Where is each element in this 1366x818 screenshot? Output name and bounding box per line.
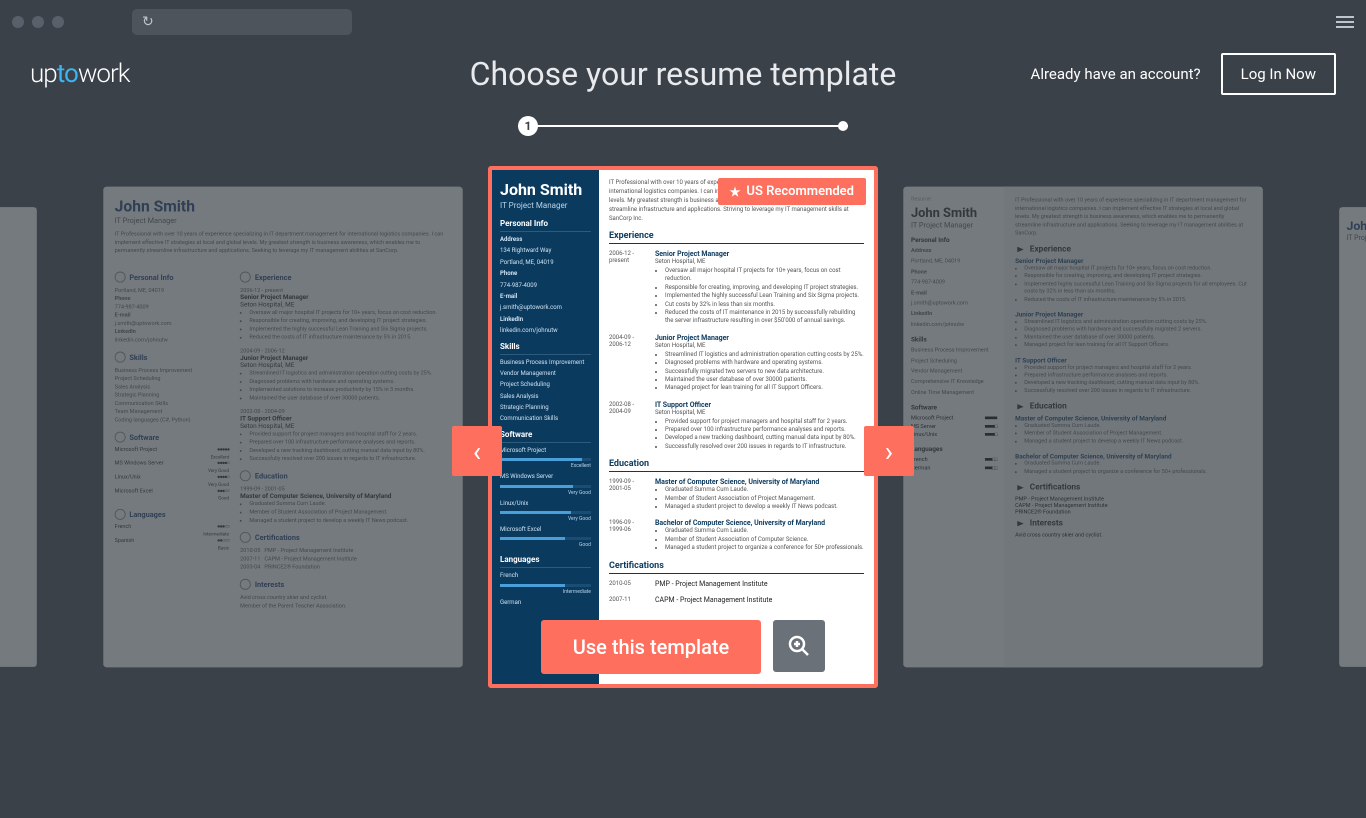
carousel-next-button[interactable]: ›: [864, 426, 914, 476]
template-card-prev-peek[interactable]: John Smith IT Project Manager: [0, 207, 37, 666]
maximize-window-icon[interactable]: [52, 16, 64, 28]
magnify-plus-icon: [787, 634, 811, 658]
template-card-next-peek[interactable]: John Smith IT Project Manager: [1339, 207, 1366, 666]
template-card-cascade[interactable]: ★ US Recommended John Smith IT Project M…: [488, 166, 878, 688]
template-card-modern[interactable]: Resume John Smith IT Project Manager Per…: [904, 187, 1263, 667]
zoom-button[interactable]: [773, 620, 825, 672]
use-template-button[interactable]: Use this template: [541, 620, 761, 674]
us-recommended-badge: ★ US Recommended: [718, 178, 866, 205]
app-header: uptowork Choose your resume template Alr…: [0, 44, 1366, 104]
progress-step-2: [838, 121, 848, 131]
page-title: Choose your resume template: [470, 55, 897, 93]
template-carousel: John Smith IT Project Manager John Smith…: [0, 166, 1366, 726]
minimize-window-icon[interactable]: [32, 16, 44, 28]
url-bar[interactable]: ↻: [132, 9, 352, 35]
logo[interactable]: uptowork: [30, 59, 130, 89]
traffic-lights: [12, 16, 64, 28]
close-window-icon[interactable]: [12, 16, 24, 28]
carousel-prev-button[interactable]: ‹: [452, 426, 502, 476]
star-icon: ★: [730, 185, 741, 199]
reload-icon[interactable]: ↻: [142, 14, 154, 30]
progress-step-1: 1: [518, 116, 538, 136]
template-card-crisp[interactable]: John Smith IT Project Manager IT Profess…: [104, 187, 463, 667]
account-prompt: Already have an account?: [1031, 65, 1201, 83]
login-button[interactable]: Log In Now: [1221, 53, 1336, 95]
menu-icon[interactable]: [1336, 16, 1354, 28]
browser-chrome: ↻: [0, 0, 1366, 44]
